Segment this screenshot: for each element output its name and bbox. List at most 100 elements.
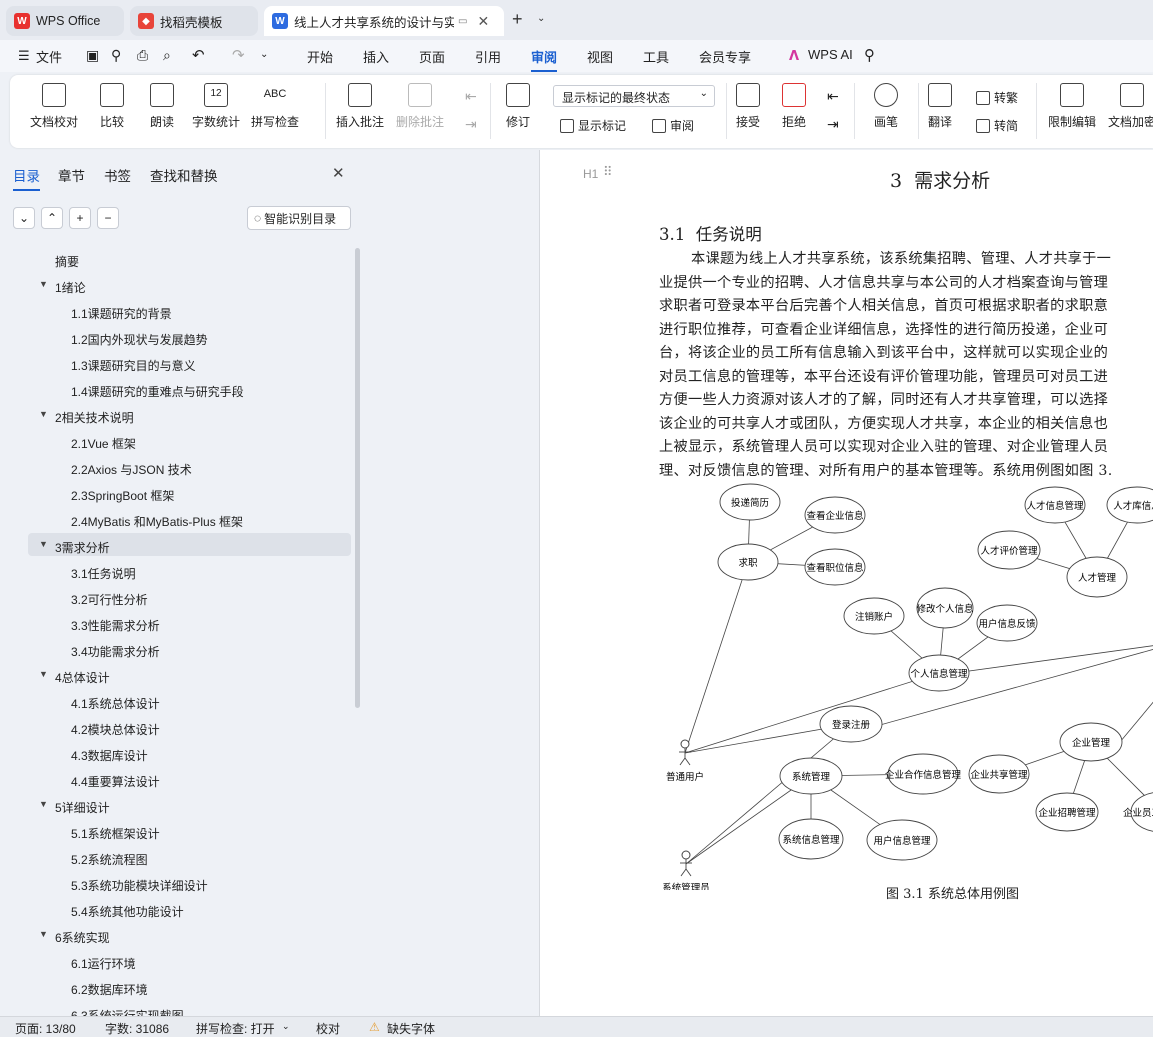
page-indicator[interactable]: 页面: 13/80 bbox=[15, 1020, 76, 1037]
hamburger-icon[interactable]: ☰ bbox=[18, 48, 30, 64]
expand-arrow-icon[interactable]: ▼ bbox=[39, 669, 48, 679]
toc-item[interactable]: 5.4系统其他功能设计 bbox=[71, 903, 184, 920]
toc-item[interactable]: 6.2数据库环境 bbox=[71, 981, 148, 998]
toc-item[interactable]: 2.2Axios 与JSON 技术 bbox=[71, 461, 192, 478]
toc-item[interactable]: 摘要 bbox=[55, 253, 79, 270]
toc-item[interactable]: ▼ 5详细设计 bbox=[39, 799, 110, 816]
word-count-indicator[interactable]: 字数: 31086 bbox=[105, 1020, 169, 1037]
toc-item[interactable]: 1.4课题研究的重难点与研究手段 bbox=[71, 383, 244, 400]
tab-wps-office[interactable]: W WPS Office bbox=[6, 6, 124, 36]
toc-item[interactable]: 2.1Vue 框架 bbox=[71, 435, 136, 452]
search-icon[interactable]: ⚲ bbox=[864, 46, 875, 64]
toc-item[interactable]: ▼ 1绪论 bbox=[39, 279, 86, 296]
tab-template[interactable]: ◆ 找稻壳模板 bbox=[130, 6, 258, 36]
nav-scrollbar[interactable] bbox=[355, 248, 360, 708]
menu-file[interactable]: 文件 bbox=[36, 47, 62, 66]
menu-insert[interactable]: 插入 bbox=[363, 47, 389, 66]
toc-item[interactable]: 1.3课题研究目的与意义 bbox=[71, 357, 196, 374]
save-icon[interactable]: ▣ bbox=[86, 47, 99, 64]
nav-tab-toc[interactable]: 目录 bbox=[13, 165, 40, 191]
expand-arrow-icon[interactable]: ▼ bbox=[39, 279, 48, 289]
translate-button[interactable]: 翻译 bbox=[928, 83, 952, 130]
insert-comment-button[interactable]: 插入批注 bbox=[336, 83, 384, 130]
prev-comment-icon[interactable]: ⇤ bbox=[465, 88, 477, 105]
toc-item[interactable]: 1.2国内外现状与发展趋势 bbox=[71, 331, 208, 348]
toc-item[interactable]: 4.3数据库设计 bbox=[71, 747, 148, 764]
toc-item[interactable]: 5.1系统框架设计 bbox=[71, 825, 160, 842]
expand-arrow-icon[interactable]: ▼ bbox=[39, 409, 48, 419]
pen-button[interactable]: 画笔 bbox=[874, 83, 898, 130]
document-page[interactable]: H1 ⠿ 3 需求分析 3.1 任务说明 本课题为线上人才共享系统，该系统集招聘… bbox=[540, 150, 1153, 1016]
doc-encrypt-button[interactable]: 文档加密 bbox=[1108, 83, 1153, 130]
toc-item[interactable]: 3.4功能需求分析 bbox=[71, 643, 160, 660]
toc-item[interactable]: 5.3系统功能模块详细设计 bbox=[71, 877, 208, 894]
expand-arrow-icon[interactable]: ▼ bbox=[39, 799, 48, 809]
toc-item[interactable]: ▼ 4总体设计 bbox=[39, 669, 110, 686]
nav-tab-bookmark[interactable]: 书签 bbox=[104, 165, 131, 185]
drag-handle-icon[interactable]: ⠿ bbox=[603, 165, 613, 180]
new-tab-icon[interactable]: + bbox=[512, 9, 523, 30]
menu-review[interactable]: 审阅 bbox=[531, 47, 558, 72]
nav-tab-find-replace[interactable]: 查找和替换 bbox=[150, 165, 218, 185]
undo-icon[interactable]: ↶ bbox=[192, 46, 205, 64]
menu-home[interactable]: 开始 bbox=[307, 47, 333, 66]
toc-item[interactable]: ▼ 3需求分析 bbox=[39, 539, 110, 556]
toc-item[interactable]: 1.1课题研究的背景 bbox=[71, 305, 172, 322]
reject-button[interactable]: 拒绝 bbox=[782, 83, 806, 130]
toc-item[interactable]: 3.1任务说明 bbox=[71, 565, 136, 582]
menu-reference[interactable]: 引用 bbox=[475, 47, 501, 66]
compare-button[interactable]: 比较 bbox=[100, 83, 124, 130]
more-icon[interactable]: ⌄ bbox=[260, 49, 268, 60]
redo-icon[interactable]: ↷ bbox=[232, 46, 245, 64]
toc-item[interactable]: 5.2系统流程图 bbox=[71, 851, 148, 868]
accept-button[interactable]: 接受 bbox=[736, 83, 760, 130]
close-pane-icon[interactable]: ✕ bbox=[332, 164, 345, 182]
toc-item[interactable]: 6.1运行环境 bbox=[71, 955, 136, 972]
toc-item[interactable]: 3.2可行性分析 bbox=[71, 591, 148, 608]
remove-heading-button[interactable]: − bbox=[97, 207, 119, 229]
toc-item[interactable]: ▼ 2相关技术说明 bbox=[39, 409, 134, 426]
toc-item[interactable]: 2.4MyBatis 和MyBatis-Plus 框架 bbox=[71, 513, 243, 530]
menu-page[interactable]: 页面 bbox=[419, 47, 445, 66]
nav-tab-chapter[interactable]: 章节 bbox=[58, 165, 85, 185]
to-simplified-button[interactable]: 转简 bbox=[976, 117, 1018, 134]
spell-check-button[interactable]: ABC 拼写检查 bbox=[251, 83, 299, 130]
toc-item[interactable]: 3.3性能需求分析 bbox=[71, 617, 160, 634]
revise-button[interactable]: 修订 bbox=[506, 83, 530, 130]
word-count-button[interactable]: 12 字数统计 bbox=[192, 83, 240, 130]
doc-proof-button[interactable]: 文档校对 bbox=[30, 83, 78, 130]
spell-check-indicator[interactable]: 拼写检查: 打开 bbox=[196, 1020, 275, 1037]
missing-font-indicator[interactable]: 缺失字体 bbox=[387, 1020, 435, 1037]
to-traditional-button[interactable]: 转繁 bbox=[976, 89, 1018, 106]
proof-indicator[interactable]: 校对 bbox=[316, 1020, 340, 1037]
toc-item[interactable]: 4.2模块总体设计 bbox=[71, 721, 160, 738]
next-comment-icon[interactable]: ⇥ bbox=[465, 116, 477, 133]
read-aloud-button[interactable]: 朗读 bbox=[150, 83, 174, 130]
expand-arrow-icon[interactable]: ▼ bbox=[39, 539, 48, 549]
expand-button[interactable]: ⌃ bbox=[41, 207, 63, 229]
review-pane-button[interactable]: 审阅 bbox=[652, 117, 694, 134]
next-change-icon[interactable]: ⇥ bbox=[827, 116, 839, 133]
menu-member[interactable]: 会员专享 bbox=[699, 47, 751, 66]
tab-document[interactable]: W 线上人才共享系统的设计与实 ▭ ✕ bbox=[264, 6, 504, 36]
prev-change-icon[interactable]: ⇤ bbox=[827, 88, 839, 105]
show-markup-button[interactable]: 显示标记 bbox=[560, 117, 626, 134]
close-tab-icon[interactable]: ✕ bbox=[477, 13, 489, 30]
collapse-button[interactable]: ⌄ bbox=[13, 207, 35, 229]
menu-wps-ai[interactable]: WPS AI bbox=[808, 47, 853, 62]
print-icon[interactable]: ⎙ bbox=[137, 47, 148, 64]
toc-item[interactable]: ▼ 6系统实现 bbox=[39, 929, 110, 946]
toc-item[interactable]: 2.3SpringBoot 框架 bbox=[71, 487, 174, 504]
add-heading-button[interactable]: + bbox=[69, 207, 91, 229]
toc-item[interactable]: 4.1系统总体设计 bbox=[71, 695, 160, 712]
screen-icon[interactable]: ▭ bbox=[458, 16, 467, 27]
chevron-down-icon[interactable]: ⌄ bbox=[537, 13, 545, 24]
print-preview-icon[interactable]: ⌕ bbox=[163, 47, 171, 64]
smart-toc-button[interactable]: ◌ 智能识别目录 bbox=[247, 206, 351, 230]
expand-arrow-icon[interactable]: ▼ bbox=[39, 929, 48, 939]
menu-tools[interactable]: 工具 bbox=[643, 47, 669, 66]
delete-comment-button[interactable]: 删除批注 bbox=[396, 83, 444, 130]
toc-item[interactable]: 4.4重要算法设计 bbox=[71, 773, 160, 790]
menu-view[interactable]: 视图 bbox=[587, 47, 613, 66]
display-mode-select[interactable]: 显示标记的最终状态 ⌄ bbox=[553, 85, 715, 107]
